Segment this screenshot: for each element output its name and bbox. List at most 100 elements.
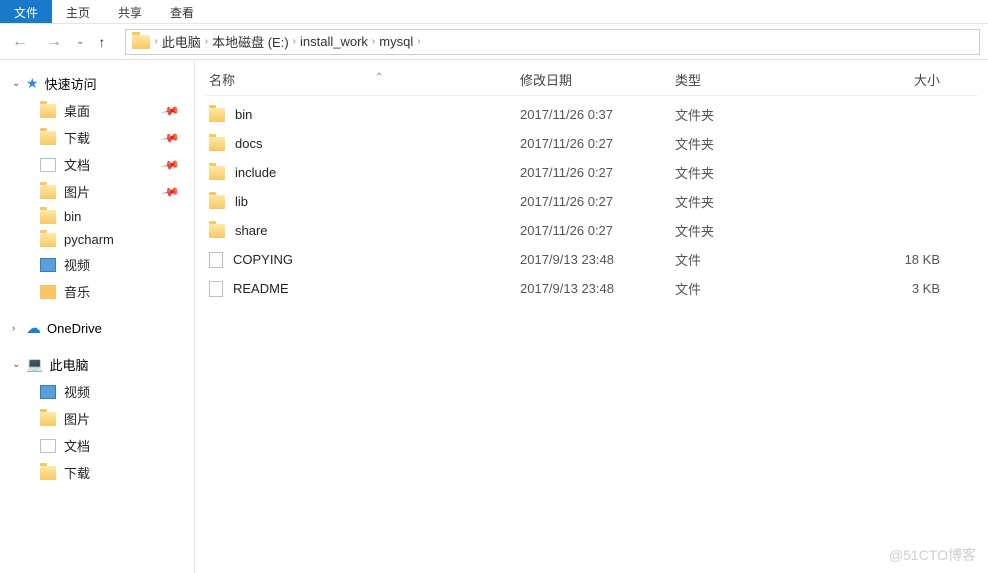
file-rows: bin2017/11/26 0:37文件夹docs2017/11/26 0:27… (205, 96, 978, 303)
navigation-pane: ⌄ ★ 快速访问 桌面📌下载📌文档📌图片📌binpycharm视频音乐 › ☁ … (0, 60, 195, 573)
file-name: README (233, 281, 289, 296)
sidebar-label: 快速访问 (45, 74, 97, 93)
file-name: COPYING (233, 252, 293, 267)
file-row[interactable]: README2017/9/13 23:48文件3 KB (205, 274, 978, 303)
chevron-right-icon[interactable]: › (417, 36, 420, 47)
sidebar-item-label: 桌面 (64, 101, 90, 120)
chevron-right-icon[interactable]: › (205, 36, 208, 47)
file-type: 文件夹 (675, 134, 845, 153)
sidebar-quick-access-header[interactable]: ⌄ ★ 快速访问 (0, 70, 194, 97)
file-name: include (235, 165, 276, 180)
sidebar-onedrive-header[interactable]: › ☁ OneDrive (0, 315, 194, 341)
sidebar-item[interactable]: 下载 📌 (0, 124, 194, 151)
file-row[interactable]: docs2017/11/26 0:27文件夹 (205, 129, 978, 158)
sidebar-item-label: 文档 (64, 436, 90, 455)
file-name: docs (235, 136, 262, 151)
tab-home[interactable]: 主页 (52, 0, 104, 23)
file-date: 2017/11/26 0:27 (520, 194, 675, 209)
chevron-right-icon[interactable]: › (154, 36, 157, 47)
sidebar-item-label: 视频 (64, 255, 90, 274)
file-name: share (235, 223, 268, 238)
main-area: ⌄ ★ 快速访问 桌面📌下载📌文档📌图片📌binpycharm视频音乐 › ☁ … (0, 60, 988, 573)
star-icon: ★ (26, 75, 39, 92)
tab-file[interactable]: 文件 (0, 0, 52, 23)
file-list-area: 名称⌃ 修改日期 类型 大小 bin2017/11/26 0:37文件夹docs… (195, 60, 988, 573)
tab-share[interactable]: 共享 (104, 0, 156, 23)
sidebar-item-label: 下载 (64, 463, 90, 482)
breadcrumb-dir1[interactable]: install_work (300, 34, 368, 49)
file-type: 文件夹 (675, 105, 845, 124)
file-date: 2017/11/26 0:27 (520, 165, 675, 180)
sidebar-item[interactable]: 视频 (0, 378, 194, 405)
sidebar-item[interactable]: 视频 (0, 251, 194, 278)
file-date: 2017/9/13 23:48 (520, 252, 675, 267)
folder-icon (40, 466, 56, 480)
file-name: lib (235, 194, 248, 209)
caret-icon: ⌄ (12, 78, 20, 89)
file-type: 文件 (675, 279, 845, 298)
file-row[interactable]: bin 2017/11/26 0:37文件夹 (205, 100, 978, 129)
folder-icon (40, 412, 56, 426)
sidebar-item[interactable]: pycharm (0, 228, 194, 251)
file-date: 2017/11/26 0:37 (520, 107, 675, 122)
sidebar-onedrive: › ☁ OneDrive (0, 315, 194, 341)
column-headers: 名称⌃ 修改日期 类型 大小 (205, 64, 978, 96)
tab-view[interactable]: 查看 (156, 0, 208, 23)
sidebar-item[interactable]: 音乐 (0, 278, 194, 305)
sidebar-item[interactable]: 图片 📌 (0, 178, 194, 205)
sidebar-item[interactable]: bin (0, 205, 194, 228)
sort-asc-icon: ⌃ (375, 72, 383, 83)
column-name[interactable]: 名称⌃ (205, 70, 520, 89)
folder-icon (40, 104, 56, 118)
folder-icon (40, 210, 56, 224)
file-type: 文件夹 (675, 192, 845, 211)
media-icon (40, 385, 56, 399)
sidebar-item[interactable]: 文档 (0, 432, 194, 459)
folder-icon (40, 233, 56, 247)
file-type: 文件夹 (675, 163, 845, 182)
sidebar-item[interactable]: 桌面📌 (0, 97, 194, 124)
sidebar-item[interactable]: 下载 (0, 459, 194, 486)
history-chevron-icon[interactable]: ⌄ (76, 36, 84, 47)
file-row[interactable]: share2017/11/26 0:27文件夹 (205, 216, 978, 245)
file-row[interactable]: include 2017/11/26 0:27文件夹 (205, 158, 978, 187)
folder-icon (40, 131, 56, 145)
ribbon-tabs: 文件 主页 共享 查看 (0, 0, 988, 24)
pc-icon: 💻 (26, 356, 43, 373)
back-icon[interactable]: ← (8, 33, 32, 51)
document-icon (40, 158, 56, 172)
pin-icon: 📌 (160, 127, 180, 147)
sidebar-item[interactable]: 文档📌 (0, 151, 194, 178)
sidebar-item[interactable]: 图片 (0, 405, 194, 432)
folder-icon (40, 185, 56, 199)
forward-icon[interactable]: → (42, 33, 66, 51)
caret-icon: › (12, 323, 20, 334)
sidebar-label: 此电脑 (49, 355, 88, 374)
chevron-right-icon[interactable]: › (372, 36, 375, 47)
folder-icon (209, 166, 225, 180)
file-row[interactable]: lib 2017/11/26 0:27文件夹 (205, 187, 978, 216)
address-bar[interactable]: › 此电脑 › 本地磁盘 (E:) › install_work › mysql… (125, 29, 980, 55)
file-name: bin (235, 107, 252, 122)
file-row[interactable]: COPYING2017/9/13 23:48文件18 KB (205, 245, 978, 274)
sidebar-item-label: bin (64, 209, 81, 224)
column-date[interactable]: 修改日期 (520, 70, 675, 89)
caret-icon: ⌄ (12, 359, 20, 370)
file-size: 3 KB (845, 281, 940, 296)
pin-icon: 📌 (160, 181, 180, 201)
up-icon[interactable]: ↑ (94, 34, 109, 50)
breadcrumb-pc[interactable]: 此电脑 (162, 32, 201, 51)
music-icon (40, 285, 56, 299)
sidebar-item-label: 下载 (64, 128, 90, 147)
column-type[interactable]: 类型 (675, 70, 845, 89)
column-size[interactable]: 大小 (845, 70, 940, 89)
folder-icon (209, 224, 225, 238)
breadcrumb-drive[interactable]: 本地磁盘 (E:) (212, 32, 289, 51)
document-icon (40, 439, 56, 453)
breadcrumb-dir2[interactable]: mysql (379, 34, 413, 49)
sidebar-item-label: 视频 (64, 382, 90, 401)
sidebar-item-label: 图片 (64, 182, 90, 201)
chevron-right-icon[interactable]: › (293, 36, 296, 47)
sidebar-thispc-header[interactable]: ⌄ 💻 此电脑 (0, 351, 194, 378)
file-type: 文件夹 (675, 221, 845, 240)
